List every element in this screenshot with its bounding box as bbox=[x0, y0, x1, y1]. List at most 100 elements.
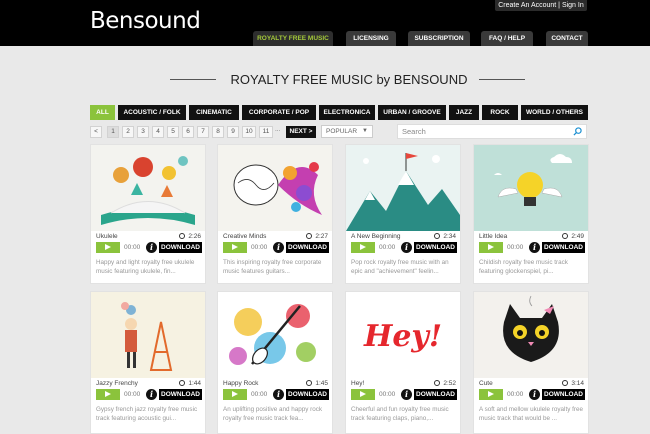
hey-logo-text: Hey! bbox=[363, 319, 442, 354]
info-icon[interactable]: i bbox=[146, 242, 157, 253]
track-artwork[interactable] bbox=[91, 145, 205, 231]
track-name[interactable]: Creative Minds bbox=[223, 233, 266, 240]
filter-acoustic-folk[interactable]: ACOUSTIC / FOLK bbox=[118, 105, 186, 120]
track-duration: 2:26 bbox=[179, 233, 201, 240]
track-name[interactable]: Cute bbox=[479, 380, 493, 387]
track-card: Jazzy Frenchy 1:44 00:00 i DOWNLOAD Gyps… bbox=[90, 291, 206, 434]
track-artwork[interactable] bbox=[218, 145, 332, 231]
play-button[interactable] bbox=[479, 242, 503, 253]
clock-icon bbox=[179, 380, 186, 386]
play-button[interactable] bbox=[351, 389, 375, 400]
page-10[interactable]: 10 bbox=[242, 126, 256, 138]
page-1[interactable]: 1 bbox=[107, 126, 119, 138]
page-6[interactable]: 6 bbox=[182, 126, 194, 138]
play-button[interactable] bbox=[223, 389, 247, 400]
track-duration: 1:45 bbox=[306, 380, 328, 387]
track-duration: 2:52 bbox=[434, 380, 456, 387]
track-card: Creative Minds 2:27 00:00 i DOWNLOAD Thi… bbox=[217, 144, 333, 284]
sort-select[interactable]: POPULAR ▼ bbox=[321, 125, 373, 138]
info-icon[interactable]: i bbox=[273, 389, 284, 400]
track-artwork[interactable] bbox=[218, 292, 332, 378]
track-artwork[interactable] bbox=[346, 145, 460, 231]
play-button[interactable] bbox=[96, 389, 120, 400]
pagination-prev[interactable]: < bbox=[90, 126, 102, 138]
track-name[interactable]: Ukulele bbox=[96, 233, 118, 240]
track-artwork[interactable] bbox=[474, 292, 588, 378]
player-time: 00:00 bbox=[251, 244, 268, 251]
nav-royalty-free-music[interactable]: ROYALTY FREE MUSIC bbox=[253, 31, 333, 46]
clock-icon bbox=[306, 233, 313, 239]
page-9[interactable]: 9 bbox=[227, 126, 239, 138]
track-artwork[interactable] bbox=[474, 145, 588, 231]
play-button[interactable] bbox=[351, 242, 375, 253]
info-icon[interactable]: i bbox=[529, 242, 540, 253]
account-link[interactable]: Create An Account | Sign In bbox=[495, 0, 587, 11]
nav-faq-help[interactable]: FAQ / HELP bbox=[481, 31, 533, 46]
download-button[interactable]: DOWNLOAD bbox=[286, 389, 329, 400]
download-button[interactable]: DOWNLOAD bbox=[286, 242, 329, 253]
page-5[interactable]: 5 bbox=[167, 126, 179, 138]
track-name[interactable]: Hey! bbox=[351, 380, 364, 387]
search-icon[interactable] bbox=[573, 127, 582, 136]
track-card: Cute 3:14 00:00 i DOWNLOAD A soft and me… bbox=[473, 291, 589, 434]
chevron-down-icon: ▼ bbox=[362, 128, 368, 134]
pagination-next[interactable]: NEXT > bbox=[286, 126, 316, 138]
track-description: A soft and mellow ukulele royalty free m… bbox=[479, 406, 583, 422]
info-icon[interactable]: i bbox=[401, 242, 412, 253]
track-name[interactable]: Jazzy Frenchy bbox=[96, 380, 138, 387]
nav-contact[interactable]: CONTACT bbox=[546, 31, 588, 46]
play-button[interactable] bbox=[479, 389, 503, 400]
filter-cinematic[interactable]: CINEMATIC bbox=[189, 105, 239, 120]
info-icon[interactable]: i bbox=[273, 242, 284, 253]
filter-urban-groove[interactable]: URBAN / GROOVE bbox=[378, 105, 446, 120]
clock-icon bbox=[179, 233, 186, 239]
filter-jazz[interactable]: JAZZ bbox=[449, 105, 479, 120]
info-icon[interactable]: i bbox=[146, 389, 157, 400]
download-button[interactable]: DOWNLOAD bbox=[159, 242, 202, 253]
track-card: Happy Rock 1:45 00:00 i DOWNLOAD An upli… bbox=[217, 291, 333, 434]
download-button[interactable]: DOWNLOAD bbox=[542, 242, 585, 253]
bensound-logo[interactable]: Bensound bbox=[90, 8, 201, 34]
info-icon[interactable]: i bbox=[529, 389, 540, 400]
download-button[interactable]: DOWNLOAD bbox=[414, 389, 457, 400]
filter-world-others[interactable]: WORLD / OTHERS bbox=[521, 105, 588, 120]
download-button[interactable]: DOWNLOAD bbox=[159, 389, 202, 400]
page-8[interactable]: 8 bbox=[212, 126, 224, 138]
clock-icon bbox=[434, 380, 441, 386]
title-rule-left bbox=[170, 79, 216, 80]
play-button[interactable] bbox=[223, 242, 247, 253]
track-artwork[interactable]: Hey! bbox=[346, 292, 460, 378]
player-time: 00:00 bbox=[379, 244, 396, 251]
filter-rock[interactable]: ROCK bbox=[482, 105, 518, 120]
page-title-wrap: ROYALTY FREE MUSIC by BENSOUND bbox=[170, 72, 525, 88]
track-description: This inspiring royalty free corporate mu… bbox=[223, 259, 322, 275]
page-4[interactable]: 4 bbox=[152, 126, 164, 138]
play-button[interactable] bbox=[96, 242, 120, 253]
page-7[interactable]: 7 bbox=[197, 126, 209, 138]
track-name[interactable]: A New Beginning bbox=[351, 233, 401, 240]
player-time: 00:00 bbox=[124, 391, 141, 398]
track-name[interactable]: Happy Rock bbox=[223, 380, 258, 387]
info-icon[interactable]: i bbox=[401, 389, 412, 400]
player-time: 00:00 bbox=[251, 391, 268, 398]
page-2[interactable]: 2 bbox=[122, 126, 134, 138]
search-input[interactable]: Search bbox=[397, 124, 587, 139]
download-button[interactable]: DOWNLOAD bbox=[414, 242, 457, 253]
track-duration: 2:34 bbox=[434, 233, 456, 240]
nav-licensing[interactable]: LICENSING bbox=[346, 31, 396, 46]
track-description: Cheerful and fun royalty free music trac… bbox=[351, 406, 449, 422]
track-duration: 1:44 bbox=[179, 380, 201, 387]
track-description: An uplifting positive and happy rock roy… bbox=[223, 406, 323, 422]
track-artwork[interactable] bbox=[91, 292, 205, 378]
filter-all[interactable]: ALL bbox=[90, 105, 115, 120]
clock-icon bbox=[434, 233, 441, 239]
track-description: Pop rock royalty free music with an epic… bbox=[351, 259, 449, 275]
download-button[interactable]: DOWNLOAD bbox=[542, 389, 585, 400]
page-11[interactable]: 11 bbox=[259, 126, 273, 138]
filter-corporate-pop[interactable]: CORPORATE / POP bbox=[242, 105, 316, 120]
filter-electronica[interactable]: ELECTRONICA bbox=[319, 105, 375, 120]
nav-subscription[interactable]: SUBSCRIPTION bbox=[408, 31, 470, 46]
track-name[interactable]: Little Idea bbox=[479, 233, 507, 240]
page-3[interactable]: 3 bbox=[137, 126, 149, 138]
track-duration: 2:49 bbox=[562, 233, 584, 240]
